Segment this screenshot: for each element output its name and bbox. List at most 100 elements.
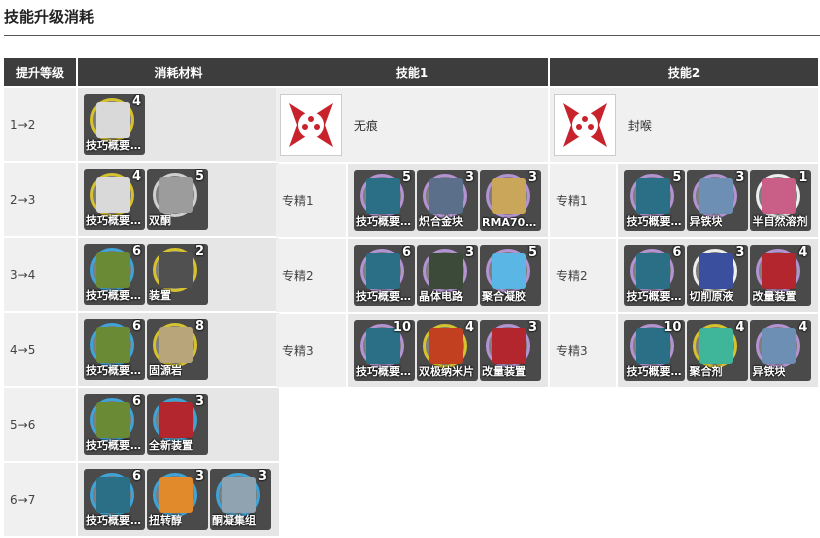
material-art <box>429 328 463 364</box>
material-item[interactable]: 6 技巧概要… <box>84 319 145 380</box>
level-cell: 专精3 <box>276 314 346 387</box>
material-item[interactable]: 4 异铁块 <box>750 320 812 381</box>
material-art <box>699 328 734 364</box>
skill1-name: 无痕 <box>353 118 378 133</box>
material-item[interactable]: 10 技巧概要… <box>354 320 415 381</box>
skill1-icon[interactable] <box>280 94 342 156</box>
material-list: 6 技巧概要… 2 装置 <box>78 244 279 305</box>
level-upgrade-table: 提升等级 消耗材料 1→2 4 技巧概要… 2→3 4 技巧概要… 5 双酮 3→4 6 技巧概要…… <box>2 56 281 538</box>
material-art <box>699 178 734 214</box>
level-cell: 4→5 <box>4 313 76 386</box>
material-count: 5 <box>194 169 204 184</box>
material-art <box>492 253 526 289</box>
material-list: 4 技巧概要… <box>78 94 279 155</box>
materials-cell: 5 技巧概要… 3 异铁块 1 半自然溶剂 <box>618 164 818 237</box>
mastery-row: 专精2 6 技巧概要… 3 晶体电路 5 聚合凝胶 <box>276 239 548 312</box>
material-item[interactable]: 5 双酮 <box>147 169 208 230</box>
material-list: 5 技巧概要… 3 异铁块 1 半自然溶剂 <box>618 170 818 231</box>
material-name: 炽合金块 <box>419 215 463 228</box>
material-name: 改量装置 <box>482 365 526 378</box>
material-count: 3 <box>464 245 474 260</box>
material-art <box>96 477 130 513</box>
materials-cell: 4 技巧概要… 5 双酮 <box>78 163 279 236</box>
level-cell: 6→7 <box>4 463 76 536</box>
material-item[interactable]: 3 改量装置 <box>480 320 541 381</box>
material-art <box>159 477 193 513</box>
material-count: 4 <box>798 245 808 260</box>
material-item[interactable]: 4 双极纳米片 <box>417 320 478 381</box>
materials-cell: 6 技巧概要… 3 切削原液 4 改量装置 <box>618 239 818 312</box>
material-item[interactable]: 3 酮凝集组 <box>210 469 271 530</box>
level-cell: 3→4 <box>4 238 76 311</box>
level-row: 2→3 4 技巧概要… 5 双酮 <box>4 163 279 236</box>
material-item[interactable]: 8 固源岩 <box>147 319 208 380</box>
material-count: 3 <box>735 170 745 185</box>
material-art <box>366 178 400 214</box>
skill2-icon[interactable] <box>554 94 616 156</box>
material-item[interactable]: 10 技巧概要… <box>624 320 686 381</box>
header-level: 提升等级 <box>4 58 76 86</box>
material-item[interactable]: 6 技巧概要… <box>84 394 145 455</box>
material-item[interactable]: 3 全新装置 <box>147 394 208 455</box>
material-count: 3 <box>194 394 204 409</box>
material-name: 异铁块 <box>752 365 786 378</box>
material-item[interactable]: 3 异铁块 <box>687 170 749 231</box>
material-count: 10 <box>392 320 411 335</box>
material-item[interactable]: 3 切削原液 <box>687 245 749 306</box>
material-name: RMA70… <box>482 216 537 229</box>
mastery-row: 专精1 5 技巧概要… 3 异铁块 1 半自然溶剂 <box>550 164 818 237</box>
material-name: 改量装置 <box>752 290 797 303</box>
material-item[interactable]: 6 技巧概要… <box>84 244 145 305</box>
material-list: 10 技巧概要… 4 聚合剂 4 异铁块 <box>618 320 818 381</box>
material-item[interactable]: 5 聚合凝胶 <box>480 245 541 306</box>
material-item[interactable]: 3 RMA70… <box>480 170 541 231</box>
material-count: 3 <box>257 469 267 484</box>
skill2-table: 技能2 封喉 专精1 5 技巧概要… 3 异铁块 1 半自然溶剂 专精2 6 技巧概要… 3 切削原液… <box>548 56 820 389</box>
material-name: 技巧概要… <box>626 290 682 303</box>
material-item[interactable]: 4 技巧概要… <box>84 94 145 155</box>
material-count: 6 <box>401 245 411 260</box>
material-art <box>492 178 526 214</box>
material-count: 4 <box>131 94 141 109</box>
skill1-table: 技能1 无痕 专精1 5 技巧概要… 3 炽合金块 3 RMA70… 专精2 6 技巧概要… 3 晶体… <box>274 56 550 389</box>
material-art <box>636 178 671 214</box>
level-row: 6→7 6 技巧概要… 3 扭转醇 3 酮凝集组 <box>4 463 279 536</box>
level-cell: 专精3 <box>550 314 617 387</box>
material-name: 双酮 <box>149 214 171 227</box>
material-name: 装置 <box>149 289 171 302</box>
material-item[interactable]: 6 技巧概要… <box>84 469 145 530</box>
material-item[interactable]: 4 改量装置 <box>750 245 812 306</box>
material-item[interactable]: 6 技巧概要… <box>354 245 415 306</box>
material-name: 全新装置 <box>149 439 193 452</box>
material-count: 3 <box>464 170 474 185</box>
level-cell: 专精2 <box>276 239 346 312</box>
material-art <box>699 253 734 289</box>
material-list: 6 技巧概要… 8 固源岩 <box>78 319 279 380</box>
materials-cell: 6 技巧概要… 3 晶体电路 5 聚合凝胶 <box>348 239 548 312</box>
material-name: 技巧概要… <box>86 439 141 452</box>
material-item[interactable]: 3 炽合金块 <box>417 170 478 231</box>
material-art <box>96 402 130 438</box>
material-item[interactable]: 3 扭转醇 <box>147 469 208 530</box>
material-item[interactable]: 4 技巧概要… <box>84 169 145 230</box>
material-item[interactable]: 5 技巧概要… <box>624 170 686 231</box>
material-item[interactable]: 1 半自然溶剂 <box>750 170 812 231</box>
material-art <box>429 178 463 214</box>
material-art <box>222 477 256 513</box>
level-row: 5→6 6 技巧概要… 3 全新装置 <box>4 388 279 461</box>
page-title: 技能升级消耗 <box>4 8 95 26</box>
material-item[interactable]: 5 技巧概要… <box>354 170 415 231</box>
material-item[interactable]: 3 晶体电路 <box>417 245 478 306</box>
level-row: 1→2 4 技巧概要… <box>4 88 279 161</box>
materials-cell: 6 技巧概要… 2 装置 <box>78 238 279 311</box>
material-list: 10 技巧概要… 4 双极纳米片 3 改量装置 <box>348 320 548 381</box>
mastery-row: 专精1 5 技巧概要… 3 炽合金块 3 RMA70… <box>276 164 548 237</box>
material-item[interactable]: 4 聚合剂 <box>687 320 749 381</box>
skill-emblem-icon <box>555 95 615 155</box>
material-item[interactable]: 2 装置 <box>147 244 208 305</box>
material-name: 技巧概要… <box>86 364 141 377</box>
material-count: 10 <box>663 320 682 335</box>
material-item[interactable]: 6 技巧概要… <box>624 245 686 306</box>
material-name: 切削原液 <box>689 290 734 303</box>
material-art <box>636 253 671 289</box>
